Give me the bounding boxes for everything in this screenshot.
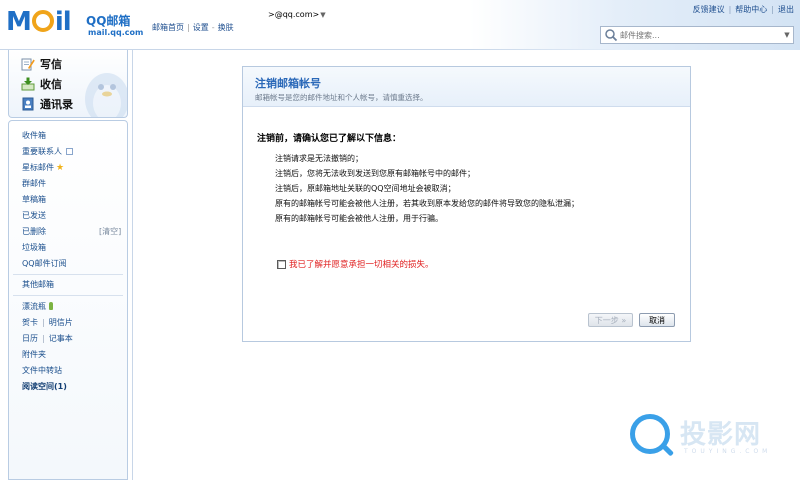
folder-spam[interactable]: 垃圾箱 [22, 242, 46, 253]
compose-pencil-icon [21, 58, 35, 71]
compose-button[interactable]: 写信 [21, 56, 62, 72]
notice-line: 原有的邮箱帐号可能会被他人注册，用于行骗。 [275, 214, 443, 223]
app-calendar-row: 日历 | 记事本 [22, 333, 73, 344]
logout-link[interactable]: 退出 [778, 5, 794, 14]
feedback-link[interactable]: 反馈建议 [693, 5, 725, 14]
folder-list: 收件箱 重要联系人 星标邮件 ★ 群邮件 草稿箱 已发送 已删除 [清空] 垃圾箱… [8, 120, 128, 480]
folder-other-mailbox[interactable]: 其他邮箱 [22, 279, 54, 290]
logo-wordmark: Mil [6, 7, 72, 37]
panel-header: 注销邮箱帐号 邮箱帐号是您的邮件地址和个人帐号，请慎重选择。 [243, 67, 690, 107]
compose-label: 写信 [40, 58, 62, 71]
folder-divider [13, 274, 123, 275]
app-notepad[interactable]: 记事本 [49, 334, 73, 343]
folder-inbox[interactable]: 收件箱 [22, 130, 46, 141]
contact-card-icon [66, 148, 73, 155]
watermark-text: 投影网 [680, 420, 762, 450]
contacts-button[interactable]: 通讯录 [21, 96, 73, 112]
site-watermark: 投影网 TOUYING.COM [630, 412, 800, 472]
link-separator: | [728, 5, 732, 14]
help-center-link[interactable]: 帮助中心 [735, 5, 767, 14]
sidebar-actions: 写信 收信 通讯录 [8, 50, 128, 118]
notice-line: 注销后，原邮箱地址关联的QQ空间地址会被取消； [275, 184, 456, 193]
next-step-button[interactable]: 下一步 » [588, 313, 633, 327]
receive-label: 收信 [40, 78, 62, 91]
agree-label[interactable]: 我已了解并愿意承担一切相关的损失。 [289, 258, 434, 270]
folder-sent[interactable]: 已发送 [22, 210, 46, 221]
agree-checkbox[interactable] [277, 259, 286, 269]
qq-mail-logo[interactable]: Mil QQ邮箱 mail.qq.com [6, 7, 144, 40]
app-reading-space[interactable]: 阅读空间(1) [22, 381, 67, 392]
nav-separator: | [187, 23, 190, 32]
clear-deleted-link[interactable]: [清空] [99, 226, 121, 237]
folder-starred[interactable]: 星标邮件 ★ [22, 162, 64, 173]
app-postcard[interactable]: 明信片 [49, 318, 73, 327]
contacts-label: 通讯录 [40, 98, 73, 111]
app-cards-row: 贺卡 | 明信片 [22, 317, 73, 328]
confirm-heading: 注销前，请确认您已了解以下信息： [257, 134, 402, 144]
chevron-down-icon: ▼ [320, 11, 326, 19]
logo-domain: mail.qq.com [88, 28, 144, 37]
search-options-icon[interactable]: ▼ [781, 31, 793, 39]
folder-drafts[interactable]: 草稿箱 [22, 194, 46, 205]
nav-change-skin[interactable]: 换肤 [218, 23, 234, 32]
user-email: >@qq.com> [268, 10, 320, 19]
folder-vip[interactable]: 重要联系人 [22, 146, 73, 157]
search-input[interactable] [618, 30, 781, 40]
header-nav: 邮箱首页 | 设置 - 换肤 [152, 22, 234, 33]
user-account-menu[interactable]: >@qq.com>▼ [268, 10, 326, 19]
agree-checkbox-row[interactable]: 我已了解并愿意承担一切相关的损失。 [277, 258, 434, 270]
pipe-separator: | [42, 334, 45, 343]
notice-line: 原有的邮箱帐号可能会被他人注册，若其收到原本发给您的邮件将导致您的隐私泄漏； [275, 199, 579, 208]
app-attachments[interactable]: 附件夹 [22, 349, 46, 360]
receive-button[interactable]: 收信 [21, 76, 62, 92]
watermark-logo-icon [630, 414, 670, 454]
receive-arrow-icon [21, 77, 35, 91]
cancel-button[interactable]: 取消 [639, 313, 675, 327]
cancel-account-panel: 注销邮箱帐号 邮箱帐号是您的邮件地址和个人帐号，请慎重选择。 注销前，请确认您已… [242, 66, 691, 342]
folder-subscription[interactable]: QQ邮件订阅 [22, 258, 67, 269]
app-greeting-card[interactable]: 贺卡 [22, 318, 38, 327]
nav-settings[interactable]: 设置 [193, 23, 209, 32]
qq-penguin-icon [85, 73, 127, 117]
folder-group[interactable]: 群邮件 [22, 178, 46, 189]
top-links: 反馈建议 | 帮助中心 | 退出 [693, 4, 794, 15]
drift-bottle-label: 漂流瓶 [22, 302, 46, 311]
app-calendar[interactable]: 日历 [22, 334, 38, 343]
main-column-border [132, 50, 133, 480]
logo-brand: QQ邮箱 [86, 14, 131, 28]
search-icon[interactable] [604, 28, 618, 42]
folder-starred-label: 星标邮件 [22, 163, 54, 172]
top-header: Mil QQ邮箱 mail.qq.com 邮箱首页 | 设置 - 换肤 >@qq.com… [0, 0, 800, 50]
app-drift-bottle[interactable]: 漂流瓶 [22, 301, 53, 312]
nav-separator: - [211, 23, 215, 32]
link-separator: | [771, 5, 774, 14]
contacts-book-icon [22, 97, 34, 111]
folder-deleted[interactable]: 已删除 [22, 226, 46, 237]
panel-title: 注销邮箱帐号 [255, 77, 321, 90]
notice-line: 注销后，您将无法收到发送到您原有邮箱帐号中的邮件； [275, 169, 475, 178]
app-file-transfer[interactable]: 文件中转站 [22, 365, 62, 376]
folder-divider [13, 295, 123, 296]
mail-search-box[interactable]: ▼ [600, 26, 794, 44]
notice-line: 注销请求是无法撤销的； [275, 154, 363, 163]
star-icon: ★ [56, 163, 65, 173]
pipe-separator: | [42, 318, 45, 327]
folder-vip-label: 重要联系人 [22, 147, 62, 156]
nav-mail-home[interactable]: 邮箱首页 [152, 23, 184, 32]
bottle-icon [49, 302, 53, 310]
watermark-subtext: TOUYING.COM [684, 448, 772, 455]
panel-subtitle: 邮箱帐号是您的邮件地址和个人帐号，请慎重选择。 [255, 93, 428, 102]
